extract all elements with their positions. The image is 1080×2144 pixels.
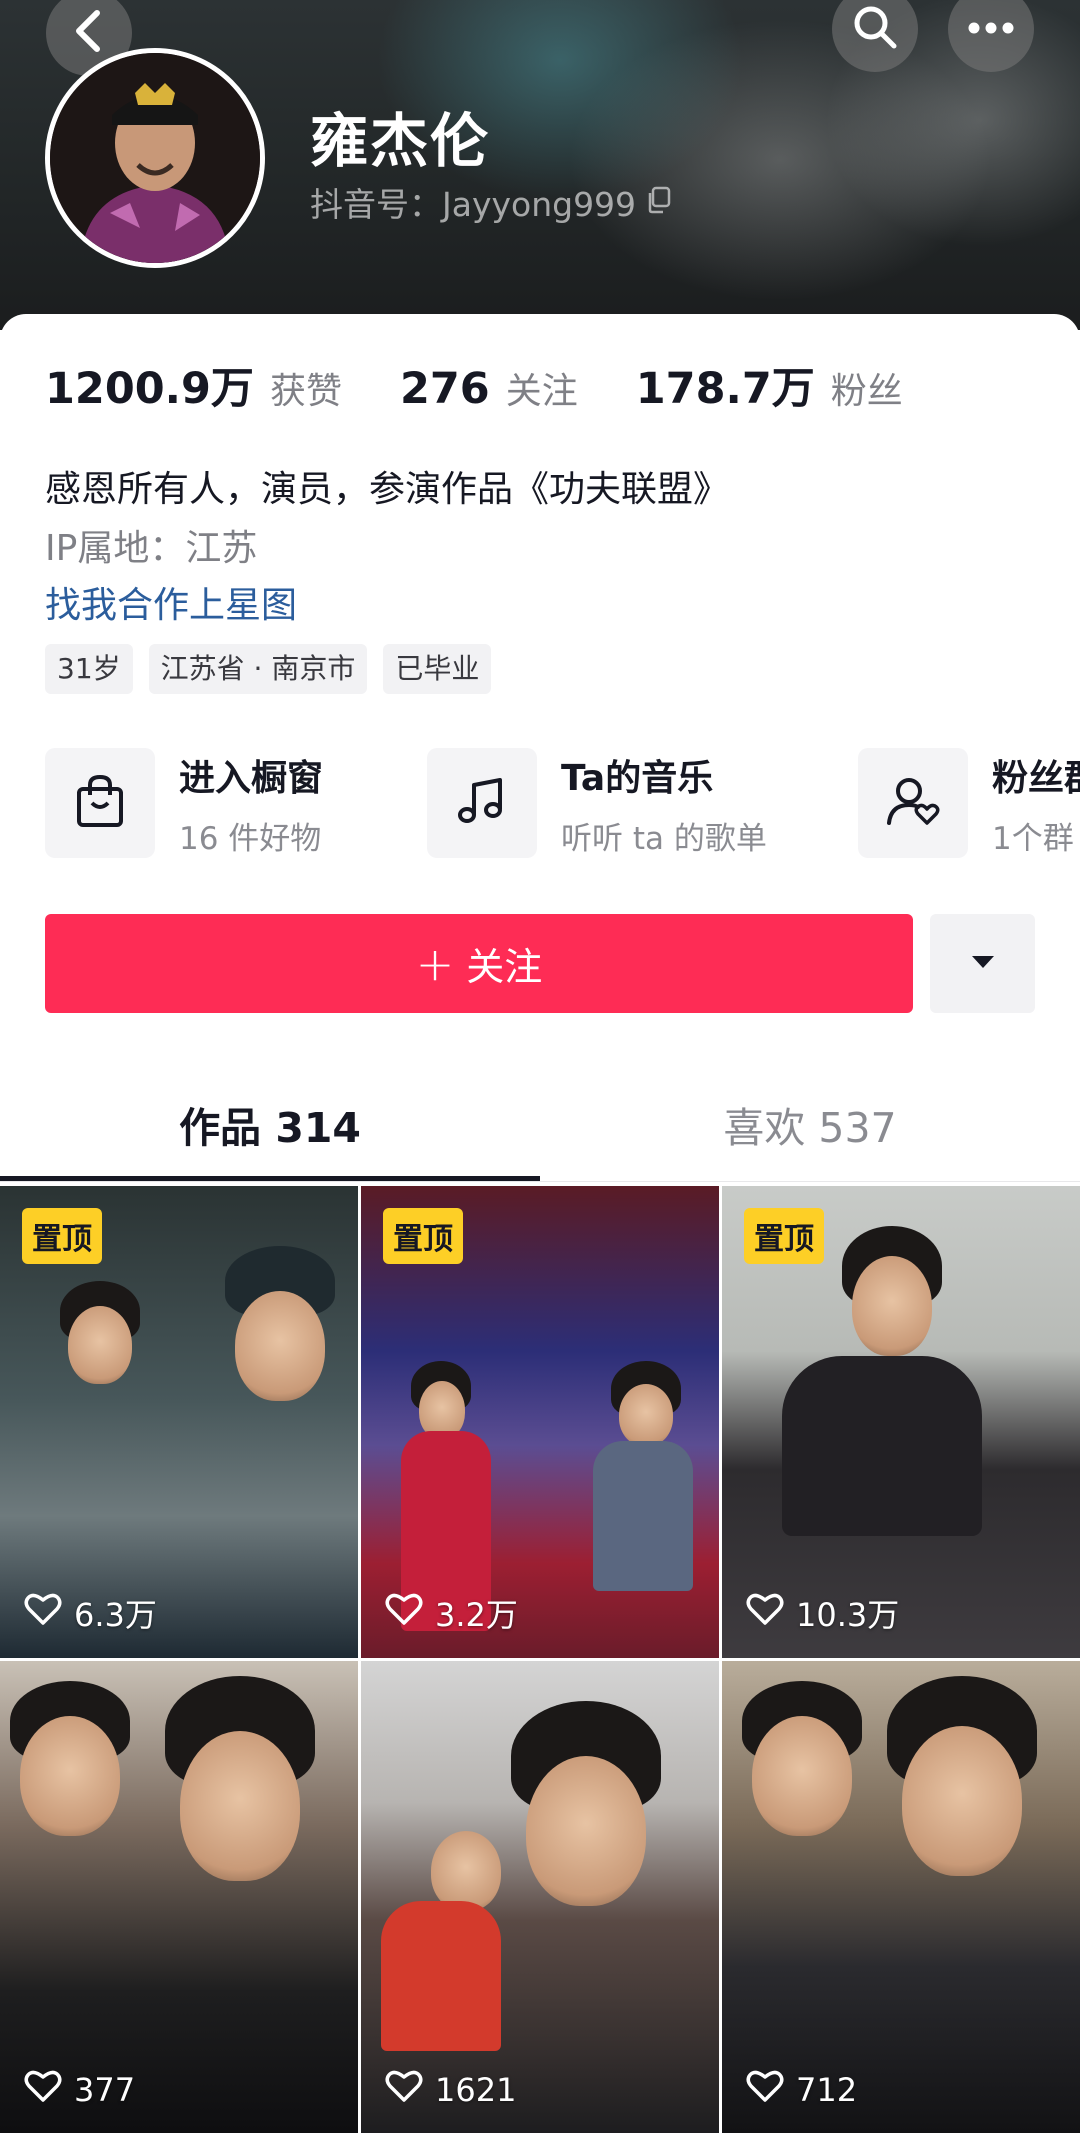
heart-icon	[24, 1592, 62, 1634]
more-actions-dropdown[interactable]	[930, 914, 1035, 1013]
video-thumbnail[interactable]: 1621	[361, 1661, 719, 2133]
video-like-count: 10.3万	[796, 1596, 900, 1634]
likes-label[interactable]: 获赞	[270, 362, 342, 414]
profile-tags: 31岁 江苏省 · 南京市 已毕业	[45, 644, 492, 694]
heart-icon	[746, 2069, 784, 2111]
follow-button[interactable]: + 关注	[45, 914, 913, 1013]
avatar[interactable]	[45, 48, 265, 268]
shopping-bag-icon	[74, 773, 126, 833]
search-icon	[851, 3, 899, 55]
heart-icon	[746, 1592, 784, 1634]
chevron-left-icon	[69, 7, 109, 59]
age-tag: 31岁	[45, 644, 133, 694]
heart-icon	[24, 2069, 62, 2111]
music-note-icon	[456, 775, 508, 831]
video-thumbnail[interactable]: 712	[722, 1661, 1080, 2133]
following-count[interactable]: 276	[400, 364, 490, 414]
followers-count[interactable]: 178.7万	[636, 354, 815, 416]
shop-window-subtitle: 16 件好物	[179, 820, 322, 857]
caret-down-icon	[970, 954, 996, 974]
likes-count[interactable]: 1200.9万	[45, 354, 254, 416]
tab-works[interactable]: 作品 314	[0, 1074, 540, 1174]
pinned-badge: 置顶	[744, 1208, 824, 1264]
education-tag: 已毕业	[383, 644, 492, 694]
profile-nickname: 雍杰伦	[310, 107, 491, 175]
ip-location: IP属地：江苏	[45, 528, 258, 569]
more-dots-icon	[967, 20, 1015, 39]
music-subtitle: 听听 ta 的歌单	[561, 820, 767, 857]
music-title: Ta的音乐	[561, 757, 714, 799]
account-id-row[interactable]: 抖音号：Jayyong999	[310, 178, 672, 226]
follow-button-label: 关注	[466, 945, 543, 989]
video-like-count: 3.2万	[435, 1596, 518, 1634]
heart-icon	[385, 2069, 423, 2111]
content-tabs: 作品 314 喜欢 537	[0, 1074, 1080, 1179]
heart-icon	[385, 1592, 423, 1634]
video-thumbnail[interactable]: 置顶 6.3万	[0, 1186, 358, 1658]
bio-text: 感恩所有人，演员，参演作品《功夫联盟》	[45, 469, 730, 510]
following-label[interactable]: 关注	[506, 362, 578, 414]
followers-label[interactable]: 粉丝	[831, 362, 903, 414]
video-thumbnail[interactable]: 置顶 10.3万	[722, 1186, 1080, 1658]
fan-group-shortcut[interactable]: 粉丝群 1个群	[858, 748, 1080, 858]
fan-group-title: 粉丝群	[992, 757, 1080, 799]
account-id: 抖音号：Jayyong999	[310, 185, 637, 224]
video-thumbnail[interactable]: 377	[0, 1661, 358, 2133]
copy-icon[interactable]	[646, 183, 672, 222]
shop-window-title: 进入橱窗	[179, 757, 324, 799]
cooperation-link[interactable]: 找我合作上星图	[45, 576, 297, 628]
pinned-badge: 置顶	[22, 1208, 102, 1264]
location-tag: 江苏省 · 南京市	[148, 644, 368, 694]
profile-shortcuts: 进入橱窗 16 件好物 Ta的音乐 听听 ta 的歌单 粉丝群	[45, 748, 1080, 868]
tab-likes[interactable]: 喜欢 537	[540, 1074, 1080, 1174]
pinned-badge: 置顶	[383, 1208, 463, 1264]
video-like-count: 1621	[435, 2071, 517, 2109]
video-thumbnail[interactable]: 置顶 3.2万	[361, 1186, 719, 1658]
tab-divider	[0, 1181, 1080, 1182]
video-like-count: 712	[796, 2071, 858, 2109]
fan-group-subtitle: 1个群	[992, 820, 1074, 857]
profile-stats: 1200.9万 获赞 276 关注 178.7万 粉丝	[45, 354, 961, 416]
video-like-count: 377	[74, 2071, 136, 2109]
shop-window-shortcut[interactable]: 进入橱窗 16 件好物	[45, 748, 323, 858]
plus-icon: +	[415, 936, 455, 991]
video-grid: 置顶 6.3万 置顶 3.2万 置顶 10.3万 377 1621 712	[0, 1186, 1080, 2143]
fan-group-icon	[885, 775, 941, 831]
video-like-count: 6.3万	[74, 1596, 157, 1634]
music-shortcut[interactable]: Ta的音乐 听听 ta 的歌单	[427, 748, 767, 858]
